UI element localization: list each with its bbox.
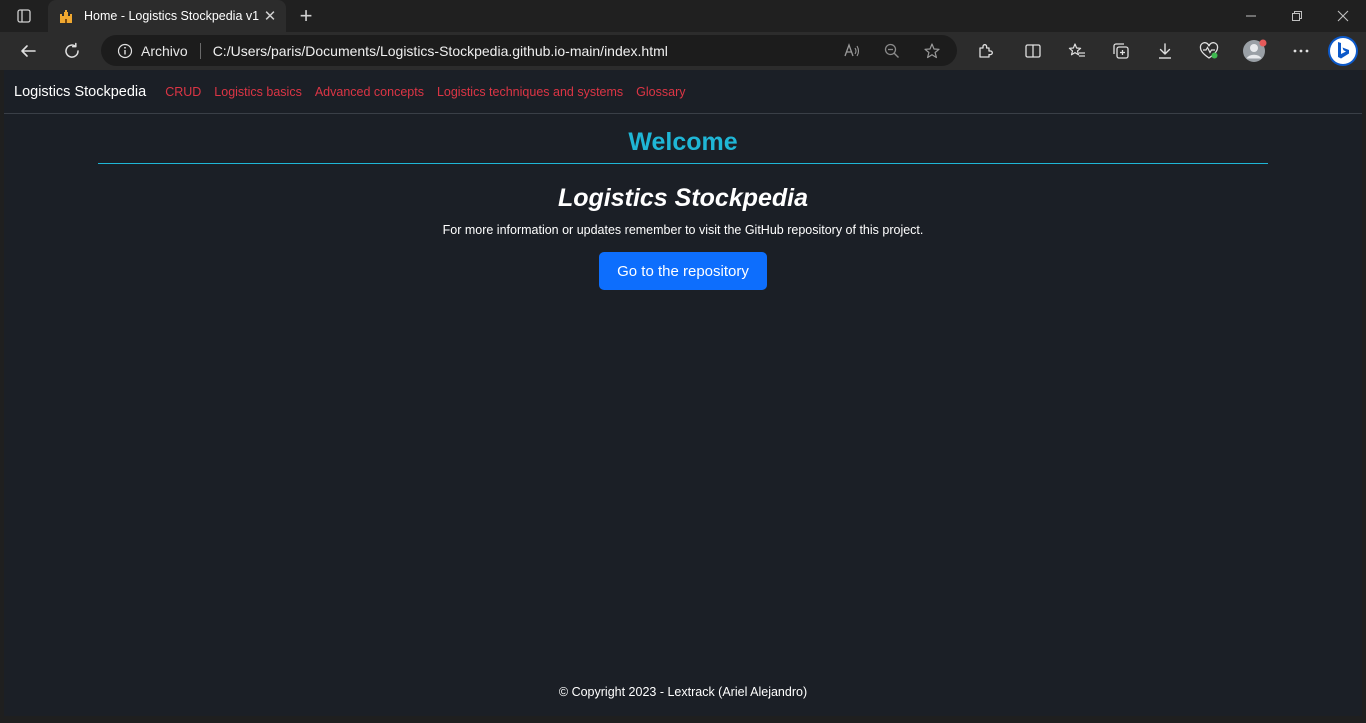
url-text[interactable]: C:/Users/paris/Documents/Logistics-Stock… [213, 43, 668, 59]
browser-tab-strip: Home - Logistics Stockpedia v1.0 ✕ + [0, 0, 1366, 32]
split-screen-icon[interactable] [1019, 37, 1047, 65]
back-icon[interactable] [14, 37, 42, 65]
tab-close-icon[interactable]: ✕ [262, 8, 278, 24]
site-info-label[interactable]: Archivo [141, 43, 188, 59]
nav-link-techniques-systems[interactable]: Logistics techniques and systems [437, 85, 623, 99]
address-bar[interactable]: Archivo C:/Users/paris/Documents/Logisti… [101, 35, 957, 66]
go-to-repository-button[interactable]: Go to the repository [599, 252, 767, 290]
nav-link-advanced-concepts[interactable]: Advanced concepts [315, 85, 424, 99]
profile-avatar-icon[interactable] [1241, 37, 1269, 65]
nav-link-crud[interactable]: CRUD [165, 85, 201, 99]
tab-actions-icon[interactable] [10, 4, 38, 28]
tab-title: Home - Logistics Stockpedia v1.0 [84, 9, 260, 23]
info-icon[interactable] [117, 43, 133, 59]
read-aloud-icon[interactable] [838, 37, 866, 65]
nav-links: CRUD Logistics basics Advanced concepts … [165, 85, 698, 99]
favorites-icon[interactable] [1063, 37, 1091, 65]
nav-link-logistics-basics[interactable]: Logistics basics [214, 85, 302, 99]
nav-link-glossary[interactable]: Glossary [636, 85, 685, 99]
site-navbar: Logistics Stockpedia CRUD Logistics basi… [4, 70, 1362, 114]
new-tab-icon[interactable]: + [294, 3, 318, 28]
welcome-divider [98, 163, 1268, 164]
page-viewport: Logistics Stockpedia CRUD Logistics basi… [4, 70, 1362, 716]
restore-icon[interactable] [1274, 0, 1320, 32]
minimize-icon[interactable] [1228, 0, 1274, 32]
downloads-icon[interactable] [1151, 37, 1179, 65]
refresh-icon[interactable] [58, 37, 86, 65]
browser-tab[interactable]: Home - Logistics Stockpedia v1.0 ✕ [48, 0, 286, 32]
collections-icon[interactable] [1107, 37, 1135, 65]
welcome-heading: Welcome [628, 128, 738, 156]
bing-copilot-icon[interactable] [1327, 35, 1359, 67]
favorite-star-icon[interactable] [918, 37, 946, 65]
castle-favicon-icon [58, 8, 74, 24]
close-window-icon[interactable] [1320, 0, 1366, 32]
navbar-brand[interactable]: Logistics Stockpedia [14, 84, 146, 100]
extensions-icon[interactable] [971, 37, 999, 65]
page-description: For more information or updates remember… [442, 223, 924, 237]
page-title: Logistics Stockpedia [557, 184, 809, 212]
browser-toolbar: Archivo C:/Users/paris/Documents/Logisti… [0, 32, 1366, 70]
page-footer: © Copyright 2023 - Lextrack (Ariel Aleja… [558, 685, 808, 699]
address-separator [199, 42, 201, 59]
browser-essentials-icon[interactable] [1195, 37, 1223, 65]
more-options-icon[interactable] [1287, 37, 1315, 65]
zoom-out-icon[interactable] [878, 37, 906, 65]
